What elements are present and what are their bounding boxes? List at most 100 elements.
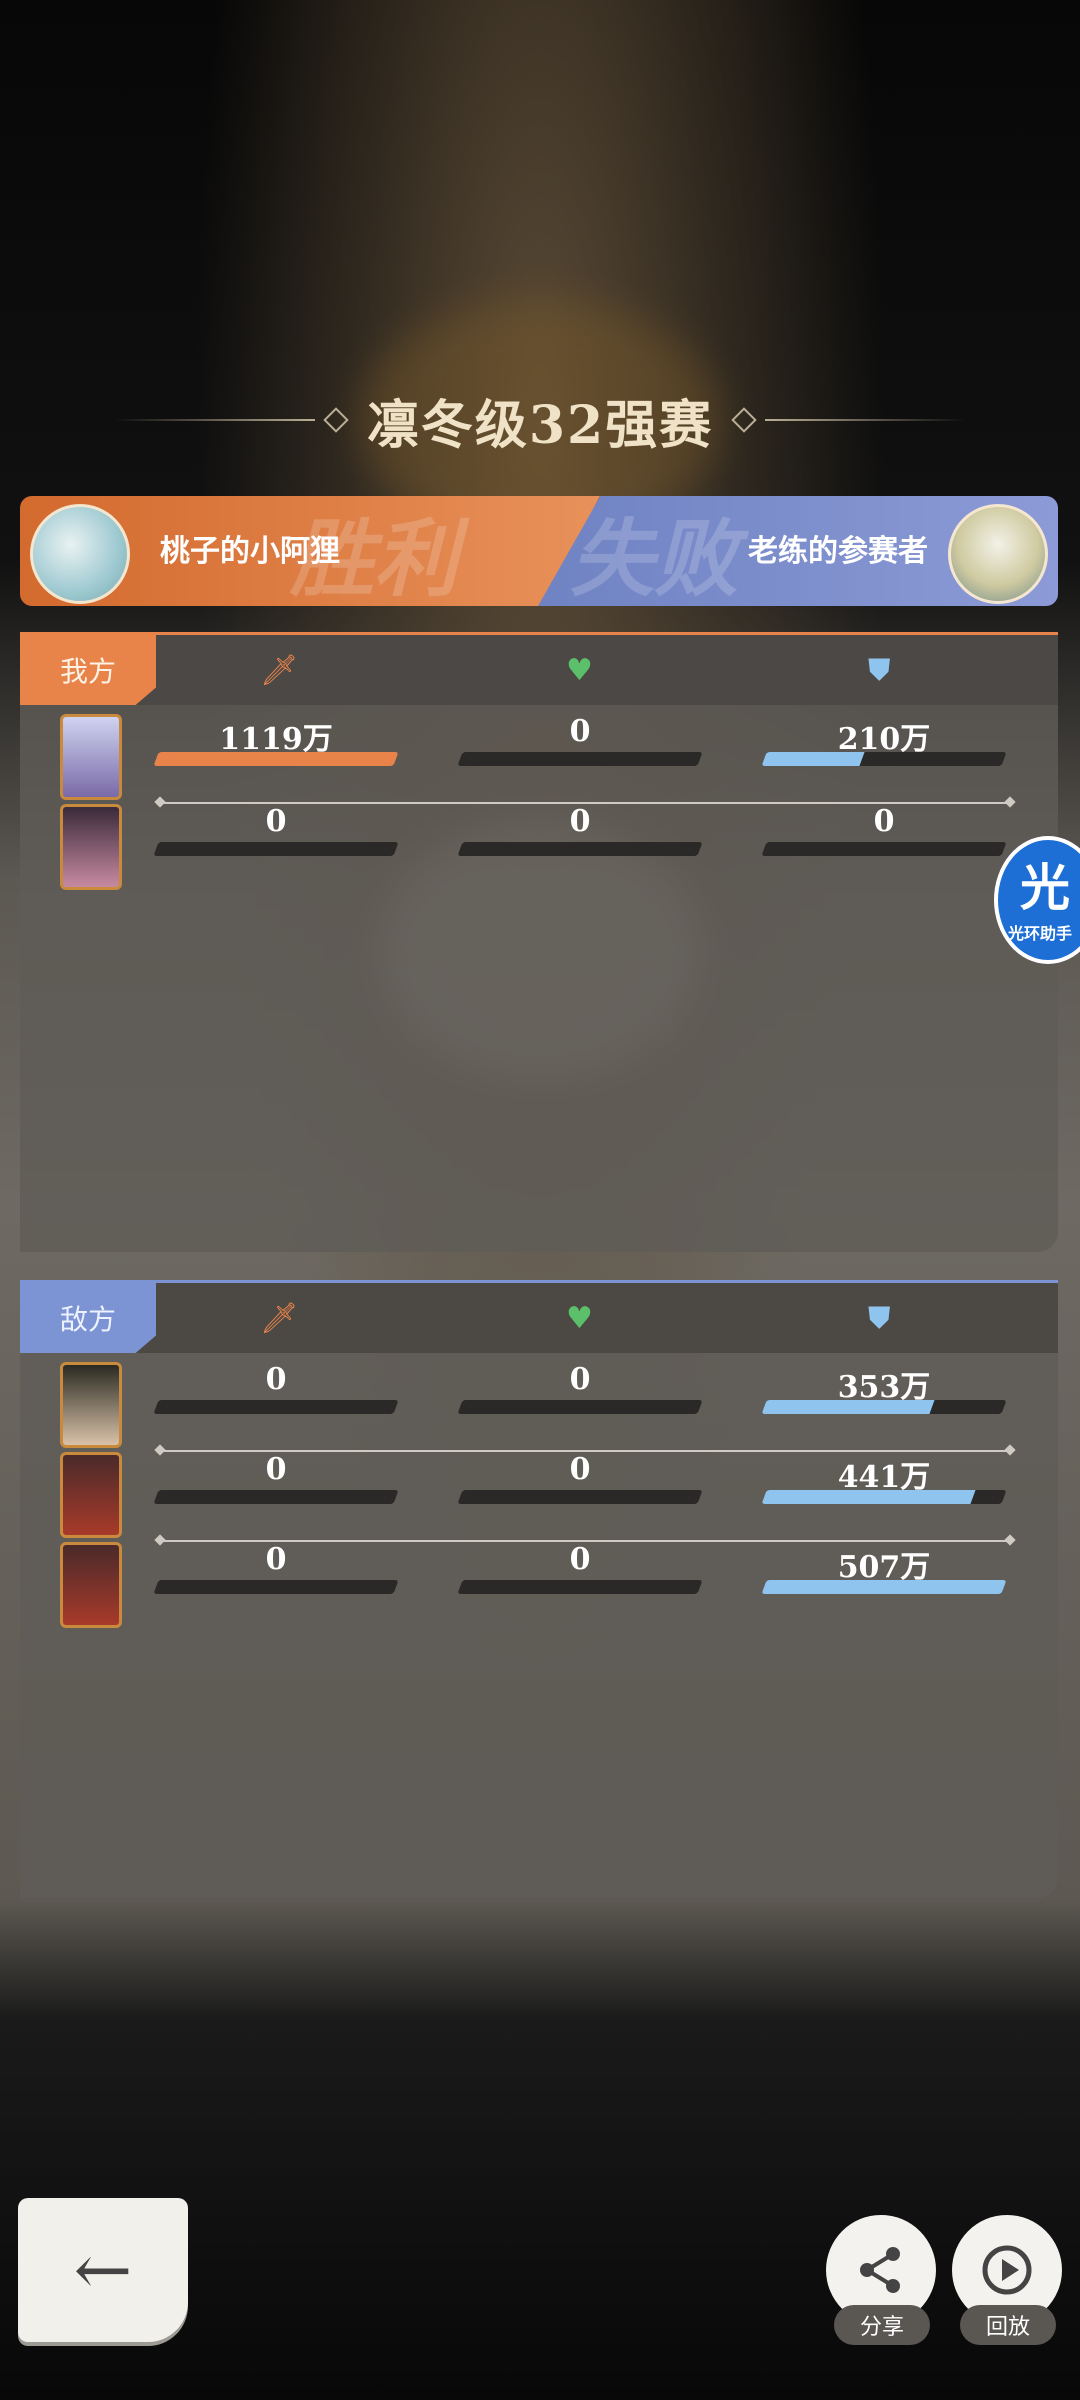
attack-bar <box>153 1490 399 1504</box>
attack-bar <box>153 1400 399 1414</box>
back-button[interactable]: ← <box>18 2198 188 2342</box>
attack-stat: 0 <box>153 804 399 856</box>
attack-bar-fill <box>153 752 399 766</box>
attack-bar <box>153 1580 399 1594</box>
result-banner: 胜利 失败 桃子的小阿狸 老练的参赛者 <box>20 496 1058 606</box>
heal-stat: 0 <box>457 1362 703 1414</box>
attack-bar <box>153 752 399 766</box>
hero-portrait[interactable] <box>60 1362 122 1448</box>
attack-value: 1119万 <box>219 722 333 757</box>
sword-icon: 🗡 <box>260 1301 299 1336</box>
defense-bar-fill <box>761 1580 1007 1594</box>
defense-bar <box>761 1490 1007 1504</box>
enemy-header: 敌方 🗡 ♥ ⛊ <box>20 1280 1058 1353</box>
defense-value: 353万 <box>837 1370 931 1405</box>
defense-stat: 441万 <box>761 1452 1007 1504</box>
attack-bar <box>153 842 399 856</box>
defense-bar <box>761 842 1007 856</box>
defense-stat: 210万 <box>761 714 1007 766</box>
helper-label: 光环助手 <box>1008 924 1073 943</box>
defense-value: 441万 <box>837 1460 931 1495</box>
attack-stat: 1119万 <box>153 714 399 766</box>
helper-logo-icon: 光 <box>1020 859 1070 917</box>
right-player-name: 老练的参赛者 <box>748 534 928 569</box>
heal-stat: 0 <box>457 804 703 856</box>
attack-value: 0 <box>265 1362 287 1397</box>
heal-bar <box>457 842 703 856</box>
attack-stat: 0 <box>153 1362 399 1414</box>
attack-bar-fill <box>153 1490 159 1504</box>
sword-icon: 🗡 <box>260 653 299 688</box>
heal-bar <box>457 1490 703 1504</box>
hero-portrait[interactable] <box>60 1542 122 1628</box>
ally-side-tab: 我方 <box>20 635 156 705</box>
enemy-row: 0 0 353万 <box>20 1362 1058 1452</box>
shield-icon: ⛊ <box>868 653 891 688</box>
heal-value: 0 <box>569 1362 591 1397</box>
defense-bar-fill <box>761 1400 935 1414</box>
heal-stat: 0 <box>457 1452 703 1504</box>
enemy-side-tab: 敌方 <box>20 1283 156 1353</box>
heal-value: 0 <box>569 714 591 749</box>
attack-value: 0 <box>265 1452 287 1487</box>
defense-bar-fill <box>761 842 767 856</box>
heal-bar <box>457 1400 703 1414</box>
title-divider-right <box>765 419 966 421</box>
defense-bar-fill <box>761 1490 976 1504</box>
replay-icon <box>982 2245 1032 2295</box>
attack-bar-fill <box>153 1580 159 1594</box>
attack-bar-fill <box>153 842 159 856</box>
attack-value: 0 <box>265 804 287 839</box>
defense-value: 0 <box>873 804 895 839</box>
defense-bar <box>761 1580 1007 1594</box>
defense-stat: 507万 <box>761 1542 1007 1594</box>
heart-icon: ♥ <box>566 1301 593 1336</box>
heal-bar-fill <box>457 1580 463 1594</box>
back-arrow-icon: ← <box>73 2229 133 2311</box>
right-player-avatar[interactable] <box>948 504 1048 604</box>
heal-value: 0 <box>569 1452 591 1487</box>
hero-portrait[interactable] <box>60 714 122 800</box>
heal-stat: 0 <box>457 714 703 766</box>
enemy-row: 0 0 441万 <box>20 1452 1058 1542</box>
left-player-avatar[interactable] <box>30 504 130 604</box>
heal-stat: 0 <box>457 1542 703 1594</box>
defense-bar <box>761 752 1007 766</box>
heal-value: 0 <box>569 804 591 839</box>
diamond-ornament-icon <box>731 407 757 433</box>
ally-header: 我方 🗡 ♥ ⛊ <box>20 632 1058 705</box>
hero-portrait[interactable] <box>60 1452 122 1538</box>
title-divider-left <box>114 419 315 421</box>
attack-stat: 0 <box>153 1542 399 1594</box>
attack-stat: 0 <box>153 1452 399 1504</box>
hero-portrait[interactable] <box>60 804 122 890</box>
defeat-watermark: 失败 <box>570 509 739 606</box>
heart-icon: ♥ <box>566 653 593 688</box>
heal-bar <box>457 1580 703 1594</box>
share-label[interactable]: 分享 <box>834 2305 930 2345</box>
heal-bar-fill <box>457 752 463 766</box>
defense-bar <box>761 1400 1007 1414</box>
heal-bar-fill <box>457 842 463 856</box>
heal-bar-fill <box>457 1400 463 1414</box>
enemy-row: 0 0 507万 <box>20 1542 1058 1632</box>
diamond-ornament-icon <box>323 407 349 433</box>
heal-value: 0 <box>569 1542 591 1577</box>
defense-value: 210万 <box>837 722 931 757</box>
heal-bar <box>457 752 703 766</box>
match-title: 凛冬级32强赛 <box>366 394 714 456</box>
defense-stat: 353万 <box>761 1362 1007 1414</box>
defense-bar-fill <box>761 752 865 766</box>
replay-label[interactable]: 回放 <box>960 2305 1056 2345</box>
defense-stat: 0 <box>761 804 1007 856</box>
left-player-name: 桃子的小阿狸 <box>160 534 340 569</box>
ally-row: 0 0 0 <box>20 804 1058 894</box>
attack-bar-fill <box>153 1400 159 1414</box>
match-title-row: 凛冬级32强赛 <box>0 380 1080 460</box>
heal-bar-fill <box>457 1490 463 1504</box>
attack-value: 0 <box>265 1542 287 1577</box>
shield-icon: ⛊ <box>868 1301 891 1336</box>
defense-value: 507万 <box>837 1550 931 1585</box>
ally-stats-panel: 我方 🗡 ♥ ⛊ 1119万 0 210万 0 0 0 <box>20 632 1058 1252</box>
share-icon <box>860 2247 900 2293</box>
